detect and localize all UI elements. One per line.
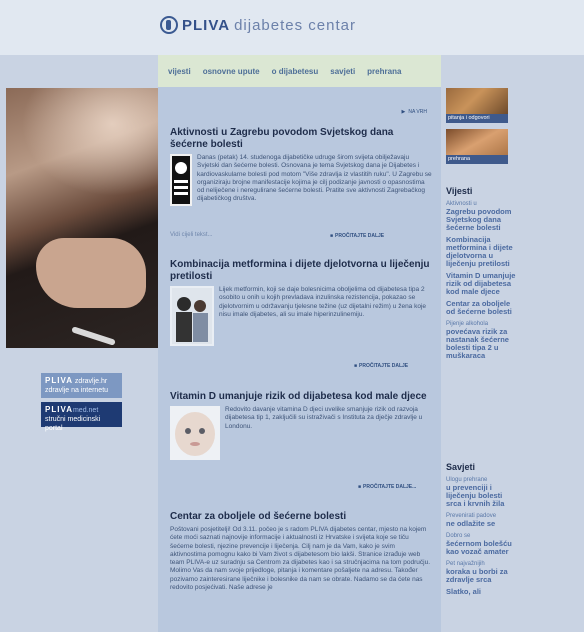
tip-item-title: u prevenciji i liječenju bolesti srca i … [446, 483, 505, 508]
news-item[interactable]: Vitamin D umanjuje rizik od dijabetesa k… [446, 272, 516, 296]
insulin-pen-icon [71, 326, 116, 346]
wdd-logo-thumbnail [170, 154, 192, 206]
page: PLIVA dijabetes centar vijesti osnovne u… [0, 0, 584, 632]
nav-item-prehrana[interactable]: prehrana [367, 67, 401, 76]
article-1-read-more[interactable]: PROČITAJTE DALJE [330, 233, 384, 239]
nav-item-vijesti[interactable]: vijesti [168, 67, 191, 76]
article-2: Kombinacija metformina i dijete djelotvo… [170, 259, 432, 348]
article-title[interactable]: Centar za oboljele od šećerne bolesti [170, 511, 432, 523]
pliva-med-banner[interactable]: PLIVAmed.net stručni medicinski portal [41, 402, 122, 432]
article-body: Lijek metformin, koji se daje bolesnicim… [170, 286, 432, 348]
article-text: Poštovani posjetitelji! Od 3.11. počeo j… [170, 526, 431, 592]
banner2-brand: PLIVA [45, 405, 73, 414]
article-2-read-more[interactable]: PROČITAJTE DALJE [354, 363, 408, 369]
article-1-full-link[interactable]: Vidi cijeli tekst... [170, 232, 213, 238]
article-title[interactable]: Vitamin D umanjuje rizik od dijabetesa k… [170, 391, 432, 403]
nutrition-banner[interactable]: prehrana [446, 129, 508, 164]
hero-photo [6, 88, 158, 348]
news-heading: Vijesti [446, 186, 473, 196]
news-item-title: Kombinacija metformina i dijete djelotvo… [446, 235, 513, 268]
banner1-brand: PLIVA [45, 376, 73, 385]
article-4: Centar za oboljele od šećerne bolesti Po… [170, 511, 432, 632]
article-body: Poštovani posjetitelji! Od 3.11. počeo j… [170, 526, 432, 632]
tip-item[interactable]: Prevenirati padove ne odlažite se [446, 512, 516, 528]
news-item[interactable]: Pijenje alkohola povećava rizik za nasta… [446, 320, 516, 360]
article-title[interactable]: Aktivnosti u Zagrebu povodom Svjetskog d… [170, 127, 432, 151]
nav-item-osnovne-upute[interactable]: osnovne upute [203, 67, 260, 76]
tip-item-title: koraka u borbi za zdravlje srca [446, 567, 508, 584]
banner1-text: zdravlje.hr [74, 378, 108, 385]
site-logo[interactable]: PLIVA dijabetes centar [160, 16, 356, 34]
qa-banner[interactable]: pitanja i odgovori [446, 88, 508, 123]
logo-subtitle: dijabetes centar [234, 16, 356, 34]
banner1-sub: zdravlje na internetu [45, 387, 109, 394]
tip-item[interactable]: Pet najvažnijih koraka u borbi za zdravl… [446, 560, 516, 584]
hero-photo-arm [36, 238, 146, 308]
header: PLIVA dijabetes centar [0, 0, 584, 55]
news-item-title: Vitamin D umanjuje rizik od dijabetesa k… [446, 271, 516, 296]
tip-item-title: šećernom bolešću kao vozač amater [446, 539, 512, 556]
tip-item-title: ne odlažite se [446, 519, 496, 528]
tip-item[interactable]: Dobro se šećernom bolešću kao vozač amat… [446, 532, 516, 556]
pliva-logo-icon [160, 16, 178, 34]
tip-item[interactable]: Ulogu prehrane u prevenciji i liječenju … [446, 476, 516, 508]
tip-item-title: Slatko, ali [446, 587, 482, 596]
article-text: Redovito davanje vitamina D djeci uvelik… [225, 406, 423, 430]
news-item[interactable]: Aktivnosti u Zagrebu povodom Svjetskog d… [446, 200, 516, 232]
banner2-sub: stručni medicinski portal [45, 416, 101, 432]
news-item-title: Zagrebu povodom Svjetskog dana šećerne b… [446, 207, 512, 232]
news-item-title: povećava rizik za nastanak šećerne boles… [446, 327, 509, 360]
article-text: Danas (petak) 14. studenoga dijabetičke … [197, 154, 432, 203]
news-item[interactable]: Kombinacija metformina i dijete djelotvo… [446, 236, 516, 268]
article-body: Danas (petak) 14. studenoga dijabetičke … [170, 154, 432, 214]
logo-brand: PLIVA [182, 16, 231, 34]
banner2-suffix: med.net [72, 407, 99, 414]
news-item-title: Centar za oboljele od šećerne bolesti [446, 299, 512, 316]
baby-photo [170, 406, 220, 460]
article-title[interactable]: Kombinacija metformina i dijete djelotvo… [170, 259, 432, 283]
article-1: Aktivnosti u Zagrebu povodom Svjetskog d… [170, 127, 432, 214]
tip-item[interactable]: Slatko, ali [446, 588, 516, 596]
nav-item-savjeti[interactable]: savjeti [330, 67, 355, 76]
article-photo [170, 286, 214, 346]
nutrition-banner-caption: prehrana [446, 155, 508, 164]
qa-banner-caption: pitanja i odgovori [446, 114, 508, 123]
pliva-zdravlje-banner[interactable]: PLIVA zdravlje.hr zdravlje na internetu [41, 373, 122, 398]
article-3-read-more[interactable]: PROČITAJTE DALJE... [358, 484, 416, 490]
back-to-top-link[interactable]: NA VRH [402, 109, 427, 115]
main-nav: vijesti osnovne upute o dijabetesu savje… [158, 55, 441, 87]
hero-photo-face [6, 88, 158, 208]
main-content: NA VRH Aktivnosti u Zagrebu povodom Svje… [158, 87, 441, 632]
tips-heading: Savjeti [446, 462, 476, 472]
tips-list: Ulogu prehrane u prevenciji i liječenju … [446, 476, 516, 600]
article-3: Vitamin D umanjuje rizik od dijabetesa k… [170, 391, 432, 462]
article-text: Lijek metformin, koji se daje bolesnicim… [219, 286, 427, 318]
nav-item-o-dijabetesu[interactable]: o dijabetesu [272, 67, 319, 76]
news-item[interactable]: Centar za oboljele od šećerne bolesti [446, 300, 516, 316]
news-list: Aktivnosti u Zagrebu povodom Svjetskog d… [446, 200, 516, 364]
article-body: Redovito davanje vitamina D djeci uvelik… [170, 406, 432, 462]
